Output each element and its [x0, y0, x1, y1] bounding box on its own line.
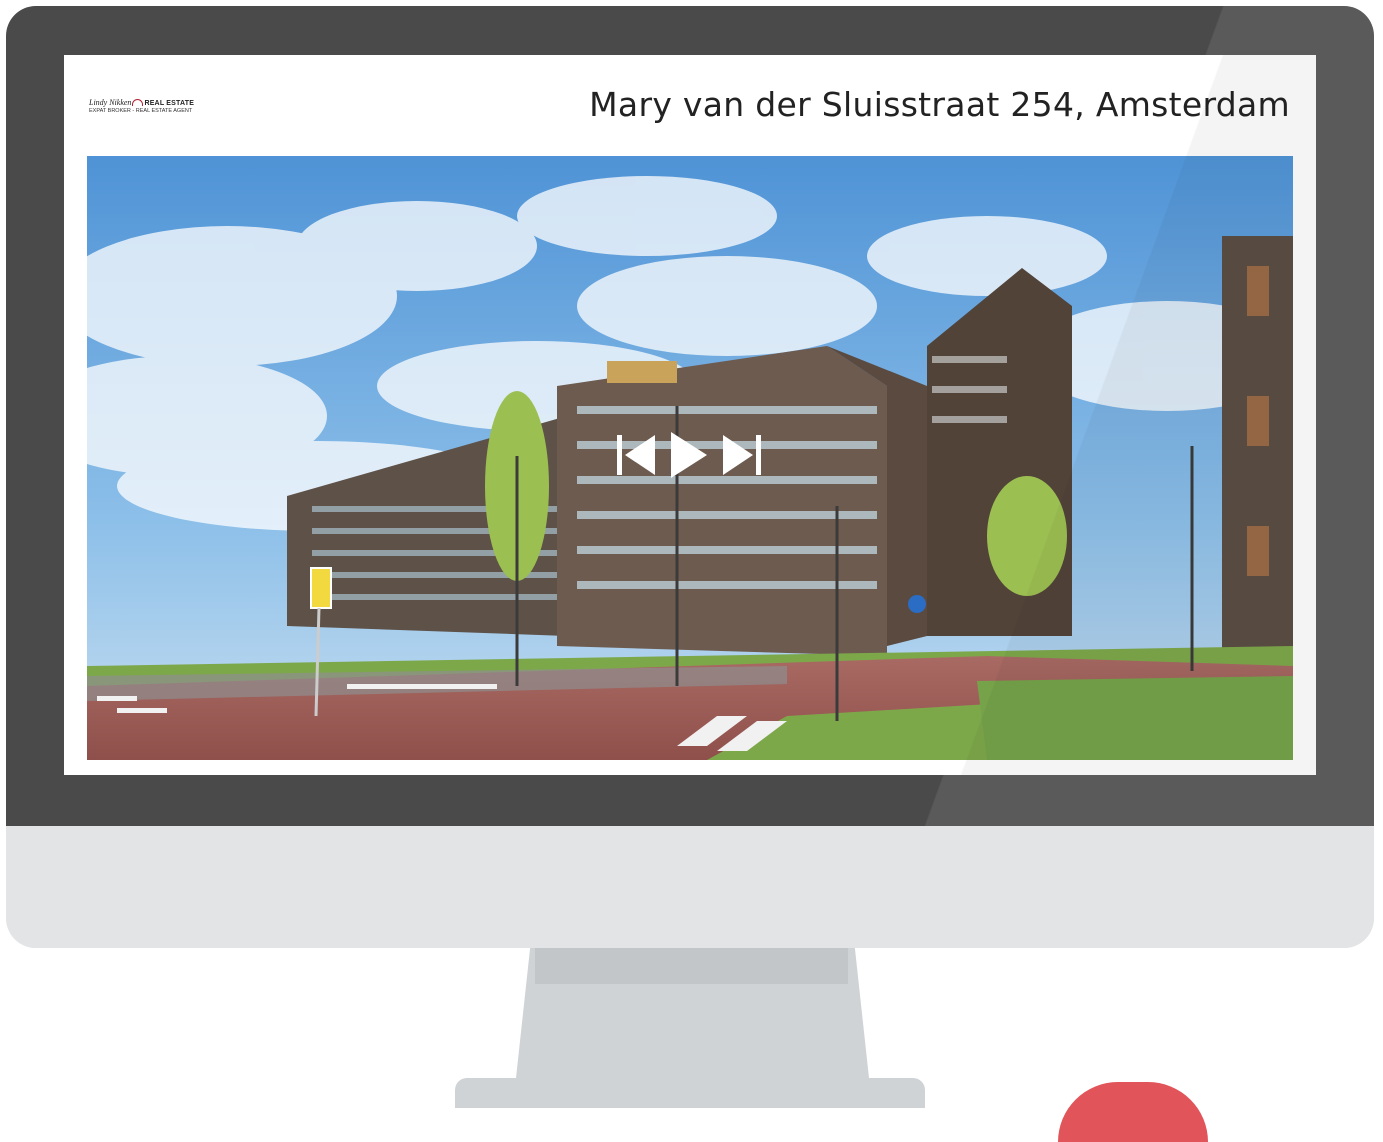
- logo-roof-icon: [132, 99, 144, 106]
- monitor-base: [455, 1078, 925, 1108]
- monitor-stand-neck: [535, 948, 848, 984]
- play-icon[interactable]: [669, 430, 709, 480]
- logo-name: Lindy Nikken: [89, 98, 132, 107]
- monitor-chin: [6, 826, 1374, 948]
- logo-title: Lindy Nikken REAL ESTATE: [89, 98, 229, 107]
- logo-tagline: EXPAT BROKER - REAL ESTATE AGENT: [89, 108, 193, 114]
- logo-brand: REAL ESTATE: [144, 100, 195, 107]
- property-photo[interactable]: [87, 156, 1293, 760]
- company-logo[interactable]: Lindy Nikken REAL ESTATE EXPAT BROKER - R…: [89, 98, 229, 114]
- monitor: Lindy Nikken REAL ESTATE EXPAT BROKER - R…: [6, 6, 1374, 948]
- screen: Lindy Nikken REAL ESTATE EXPAT BROKER - R…: [64, 55, 1316, 775]
- skip-next-icon[interactable]: [719, 433, 763, 477]
- skip-previous-icon[interactable]: [615, 433, 659, 477]
- slideshow-controls: [615, 430, 783, 480]
- chat-widget-button[interactable]: [1058, 1082, 1208, 1142]
- listing-address: Mary van der Sluisstraat 254, Amsterdam: [589, 85, 1290, 124]
